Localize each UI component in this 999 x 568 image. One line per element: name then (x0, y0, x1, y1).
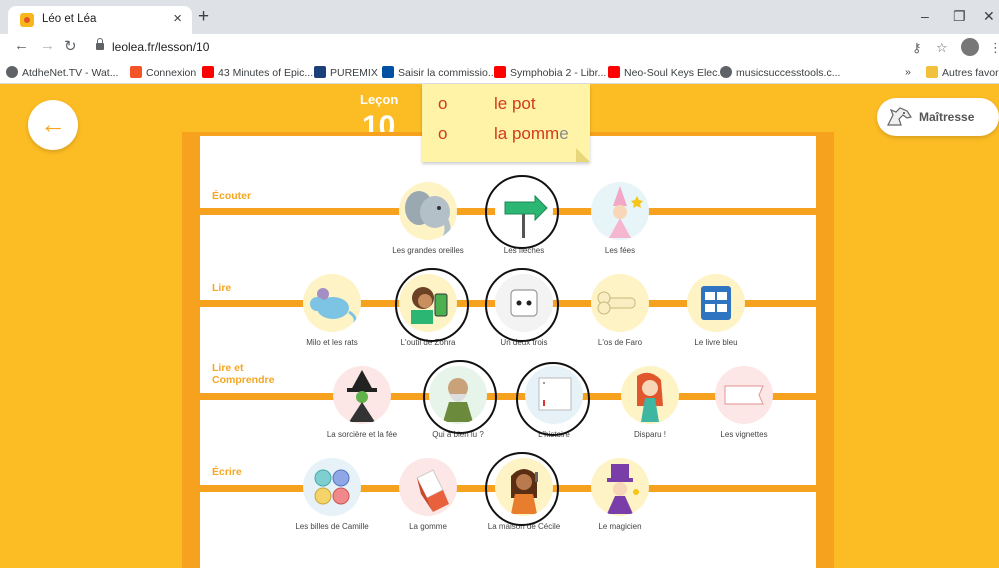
activity-image (495, 458, 553, 516)
witch-icon (347, 370, 377, 422)
marbles-icon (314, 469, 350, 505)
bookmark-item[interactable]: Neo-Soul Keys Elec... (608, 66, 726, 79)
rat-icon (310, 288, 357, 327)
section-lire-comprendre-line2: Comprendre (212, 374, 275, 386)
elephant-icon (405, 191, 451, 240)
tab-title: Léo et Léa (42, 13, 97, 25)
tab-close-icon[interactable]: × (173, 10, 182, 27)
postit-fold (576, 148, 590, 162)
arrow-sign-icon (504, 194, 548, 238)
bookmarks-overflow[interactable]: » (905, 66, 911, 78)
browser-tabstrip: Léo et Léa × + – ❐ ✕ (0, 0, 999, 34)
bookmark-favicon-icon (314, 66, 326, 78)
bookmark-favicon-icon (6, 66, 18, 78)
activity-le-livre-bleu[interactable]: Le livre bleu (656, 274, 776, 347)
arrow-left-icon: ← (40, 109, 66, 139)
menu-icon[interactable]: ⋮ (989, 40, 999, 56)
activity-image (495, 182, 553, 240)
activity-image (591, 182, 649, 240)
bookmark-item[interactable]: Symphobia 2 - Libr... (494, 66, 606, 79)
back-button[interactable]: ← (28, 100, 78, 150)
bookmark-favicon-icon (130, 66, 142, 78)
lock-icon (96, 38, 104, 50)
bookmark-favicon-icon (494, 66, 506, 78)
old-man-icon (443, 378, 473, 422)
bookmark-item[interactable]: musicsuccesstools.c... (720, 66, 840, 79)
activity-image (399, 458, 457, 516)
activity-image (399, 182, 457, 240)
other-bookmarks[interactable]: Autres favoris (926, 66, 999, 79)
star-icon[interactable]: ☆ (936, 40, 948, 56)
dice-icon (510, 289, 538, 317)
maximize-button[interactable]: ❐ (953, 8, 966, 25)
bookmark-item[interactable]: PUREMIX (314, 66, 378, 79)
activity-image (621, 366, 679, 424)
browser-tab[interactable]: Léo et Léa × (8, 6, 192, 34)
profile-avatar[interactable] (961, 38, 979, 56)
magician-icon (607, 464, 639, 514)
activity-label: Le magicien (598, 522, 642, 531)
bookmarks-bar: AtdheNet.TV - Wat... Connexion 43 Minute… (0, 62, 999, 84)
activity-image (687, 274, 745, 332)
bookmark-item[interactable]: Connexion (130, 66, 196, 79)
section-lire: Lire (212, 282, 232, 294)
back-nav-icon[interactable]: ← (14, 37, 29, 54)
section-lire-comprendre-line1: Lire et (212, 362, 244, 374)
bookmark-item[interactable]: 43 Minutes of Epic... (202, 66, 313, 79)
leolea-favicon-icon (20, 13, 34, 27)
activity-label: Le livre bleu (694, 338, 738, 347)
teacher-button[interactable]: Maîtresse (877, 98, 999, 136)
label-tag-icon (724, 385, 764, 405)
activity-image (591, 274, 649, 332)
mermaid-icon (637, 372, 663, 422)
section-ecouter: Écouter (212, 190, 252, 202)
bone-icon (597, 291, 636, 315)
eraser-icon (416, 469, 449, 512)
activity-image (429, 366, 487, 424)
sound-postit-note: o le pot o la pomme (422, 84, 590, 162)
activity-label: Les fées (604, 246, 636, 255)
activity-image (303, 458, 361, 516)
activity-image (525, 366, 583, 424)
lesson-label: Leçon (360, 92, 399, 107)
minimize-button[interactable]: – (921, 8, 929, 24)
new-tab-button[interactable]: + (198, 6, 209, 28)
teacher-button-label: Maîtresse (919, 110, 975, 124)
horse-icon (887, 107, 912, 126)
bookmark-favicon-icon (382, 66, 394, 78)
blue-book-icon (701, 286, 731, 320)
paper-sheet-icon (538, 377, 572, 411)
fairy-icon (609, 186, 643, 238)
activity-le-magicien[interactable]: Le magicien (560, 458, 680, 531)
activity-image (495, 274, 553, 332)
activity-label: Les vignettes (720, 430, 768, 439)
activity-image (591, 458, 649, 516)
bookmark-item[interactable]: Saisir la commissio... (382, 66, 497, 79)
reload-icon[interactable]: ↻ (64, 37, 77, 55)
girl-writing-icon (511, 469, 538, 514)
folder-icon (926, 66, 938, 78)
postit-letter: o (438, 94, 448, 113)
bookmark-favicon-icon (720, 66, 732, 78)
forward-nav-icon[interactable]: → (40, 37, 55, 54)
activity-image (399, 274, 457, 332)
bookmark-favicon-icon (202, 66, 214, 78)
activity-image (715, 366, 773, 424)
postit-word: la pomme (494, 124, 569, 143)
activity-les-fees[interactable]: Les fées (560, 182, 680, 255)
bookmark-item[interactable]: AtdheNet.TV - Wat... (6, 66, 118, 79)
activity-les-vignettes[interactable]: Les vignettes (684, 366, 804, 439)
girl-reading-icon (411, 287, 448, 324)
window-close-button[interactable]: ✕ (983, 8, 995, 25)
section-ecrire: Écrire (212, 466, 242, 478)
postit-word: le pot (494, 94, 536, 113)
browser-toolbar: ← → ↻ leolea.fr/lesson/10 ⚷ ☆ ⋮ (0, 34, 999, 62)
address-bar[interactable]: leolea.fr/lesson/10 (112, 40, 209, 54)
postit-letter: o (438, 124, 448, 143)
key-icon[interactable]: ⚷ (912, 40, 922, 56)
activity-image (333, 366, 391, 424)
activity-image (303, 274, 361, 332)
bookmark-favicon-icon (608, 66, 620, 78)
